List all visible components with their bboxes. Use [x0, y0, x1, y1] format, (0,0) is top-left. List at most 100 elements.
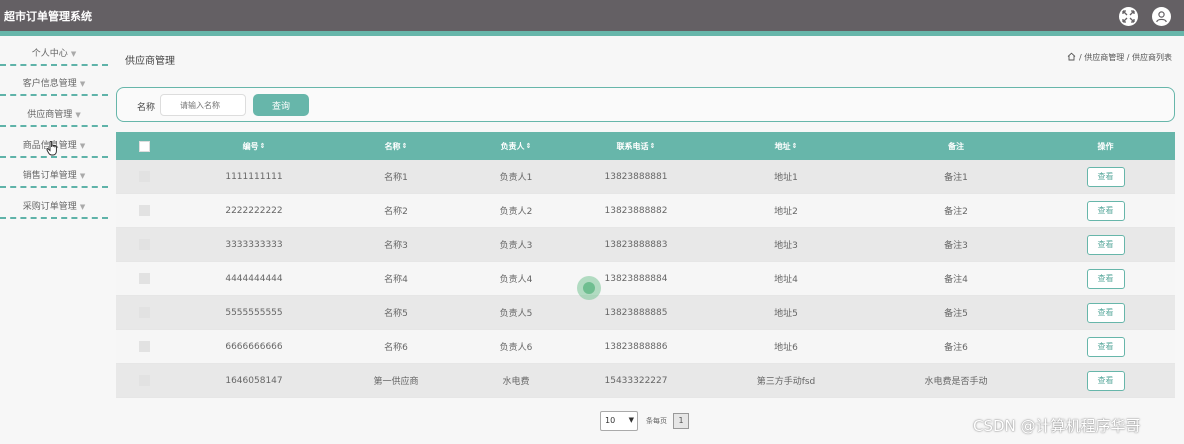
cell-contact: 负责人6	[499, 343, 533, 353]
view-button[interactable]: 查看	[1086, 234, 1125, 255]
row-checkbox[interactable]	[138, 239, 150, 250]
cell-id: 1646058147	[225, 375, 283, 386]
sort-icon: ⇕	[791, 142, 798, 150]
app-title: 超市订单管理系统	[4, 10, 92, 23]
view-button[interactable]: 查看	[1086, 200, 1125, 221]
cell-id: 6666666666	[225, 341, 283, 352]
cell-id: 2222222222	[225, 205, 283, 216]
cell-phone: 13823888885	[604, 307, 668, 318]
cell-address: 地址6	[774, 343, 798, 353]
main-content: 供应商管理 / 供应商管理 / 供应商列表 名称 查询 编号⇕ 名称⇕ 负责人⇕…	[108, 36, 1184, 444]
view-button[interactable]: 查看	[1086, 370, 1125, 391]
row-checkbox[interactable]	[138, 341, 150, 352]
sort-icon: ⇕	[259, 142, 266, 150]
cell-id: 4444444444	[225, 273, 283, 284]
page-size-select[interactable]: 10 ▼	[600, 411, 638, 431]
sidebar-item-purchase-orders[interactable]: 采购订单管理 ▼	[0, 189, 108, 219]
table-row: 5555555555 名称5 负责人5 13823888885 地址5 备注5 查看	[116, 296, 1175, 330]
view-button[interactable]: 查看	[1086, 336, 1125, 357]
cell-address: 地址3	[774, 241, 798, 251]
view-button[interactable]: 查看	[1086, 268, 1125, 289]
sort-icon: ⇕	[401, 142, 408, 150]
cell-contact: 水电费	[502, 377, 530, 387]
cell-contact: 负责人4	[499, 275, 533, 285]
column-header-remark: 备注	[948, 141, 964, 151]
cell-phone: 13823888881	[604, 171, 668, 182]
page-number-button[interactable]: 1	[673, 413, 689, 429]
chevron-down-icon: ▼	[79, 203, 86, 211]
sidebar-item-label: 采购订单管理	[22, 202, 77, 212]
cell-phone: 13823888886	[604, 341, 668, 352]
table-row: 4444444444 名称4 负责人4 13823888884 地址4 备注4 查看	[116, 262, 1175, 296]
search-button[interactable]: 查询	[253, 94, 309, 116]
column-header-id[interactable]: 编号 ⇕	[172, 132, 336, 160]
cell-name: 名称5	[384, 309, 408, 319]
page-title: 供应商管理	[125, 56, 175, 67]
row-checkbox[interactable]	[138, 307, 150, 318]
table-row: 1646058147 第一供应商 水电费 15433322227 第三方手动fsd 水电费…	[116, 364, 1175, 398]
top-bar: 超市订单管理系统	[0, 0, 1184, 31]
cell-address: 地址2	[774, 207, 798, 217]
cell-name: 名称4	[384, 275, 408, 285]
row-checkbox[interactable]	[138, 273, 150, 284]
view-button[interactable]: 查看	[1086, 302, 1125, 323]
cell-remark: 备注4	[944, 275, 968, 285]
cell-phone: 13823888882	[604, 205, 668, 216]
cell-contact: 负责人5	[499, 309, 533, 319]
cell-name: 名称3	[384, 241, 408, 251]
chevron-down-icon: ▼	[70, 50, 77, 58]
cell-address: 地址5	[774, 309, 798, 319]
select-all-checkbox[interactable]	[138, 140, 150, 152]
sidebar-item-customer-management[interactable]: 客户信息管理 ▼	[0, 66, 108, 96]
table-row: 6666666666 名称6 负责人6 13823888886 地址6 备注6 查看	[116, 330, 1175, 364]
home-icon[interactable]	[1067, 52, 1076, 63]
table-row: 2222222222 名称2 负责人2 13823888882 地址2 备注2 查看	[116, 194, 1175, 228]
click-indicator	[577, 276, 601, 300]
cell-address: 第三方手动fsd	[756, 377, 816, 387]
sort-icon: ⇕	[525, 142, 532, 150]
view-button[interactable]: 查看	[1086, 166, 1125, 187]
sidebar-item-sales-orders[interactable]: 销售订单管理 ▼	[0, 158, 108, 188]
per-page-label: 条每页	[646, 417, 667, 425]
cell-id: 1111111111	[225, 171, 283, 182]
cell-remark: 备注1	[944, 173, 968, 183]
row-checkbox[interactable]	[138, 205, 150, 216]
breadcrumb-item[interactable]: 供应商管理	[1084, 53, 1124, 62]
sidebar-item-supplier-management[interactable]: 供应商管理 ▼	[0, 97, 108, 127]
user-avatar-icon[interactable]	[1152, 7, 1171, 26]
cell-id: 5555555555	[225, 307, 283, 318]
table-body: 1111111111 名称1 负责人1 13823888881 地址1 备注1 查看 2222…	[116, 160, 1175, 398]
sidebar-item-label: 个人中心	[31, 49, 68, 59]
search-input[interactable]	[160, 94, 246, 116]
cell-contact: 负责人3	[499, 241, 533, 251]
cell-address: 地址4	[774, 275, 798, 285]
cell-name: 名称2	[384, 207, 408, 217]
chevron-down-icon: ▼	[79, 172, 86, 180]
sidebar-item-personal-center[interactable]: 个人中心 ▼	[0, 36, 108, 66]
column-header-address[interactable]: 地址 ⇕	[696, 132, 876, 160]
sidebar-item-label: 销售订单管理	[22, 171, 77, 181]
sidebar: 个人中心▼ 客户信息管理▼ 供应商管理▼ 商品信息管理▼ 销售订单管理▼ 采购订…	[0, 36, 108, 444]
row-checkbox[interactable]	[138, 375, 150, 386]
table-row: 3333333333 名称3 负责人3 13823888883 地址3 备注3 查看	[116, 228, 1175, 262]
supplier-table: 编号 ⇕ 名称 ⇕ 负责人 ⇕ 联系电话 ⇕ 地址 ⇕ 备注 操作 1111111111 名…	[116, 132, 1175, 398]
breadcrumb-item: 供应商列表	[1132, 53, 1172, 62]
search-label: 名称	[137, 103, 156, 113]
cell-name: 名称1	[384, 173, 408, 183]
column-header-phone[interactable]: 联系电话 ⇕	[576, 132, 696, 160]
column-header-name[interactable]: 名称 ⇕	[336, 132, 456, 160]
cell-address: 地址1	[774, 173, 798, 183]
fullscreen-icon[interactable]	[1119, 7, 1138, 26]
sidebar-item-label: 客户信息管理	[22, 79, 77, 89]
cell-remark: 备注5	[944, 309, 968, 319]
column-header-contact[interactable]: 负责人 ⇕	[456, 132, 576, 160]
sort-icon: ⇕	[649, 142, 656, 150]
cell-name: 名称6	[384, 343, 408, 353]
row-checkbox[interactable]	[138, 171, 150, 182]
cell-remark: 备注6	[944, 343, 968, 353]
cell-remark: 备注3	[944, 241, 968, 251]
chevron-down-icon: ▼	[75, 111, 81, 119]
table-row: 1111111111 名称1 负责人1 13823888881 地址1 备注1 查看	[116, 160, 1175, 194]
cell-contact: 负责人1	[499, 173, 533, 183]
cell-id: 3333333333	[225, 239, 283, 250]
